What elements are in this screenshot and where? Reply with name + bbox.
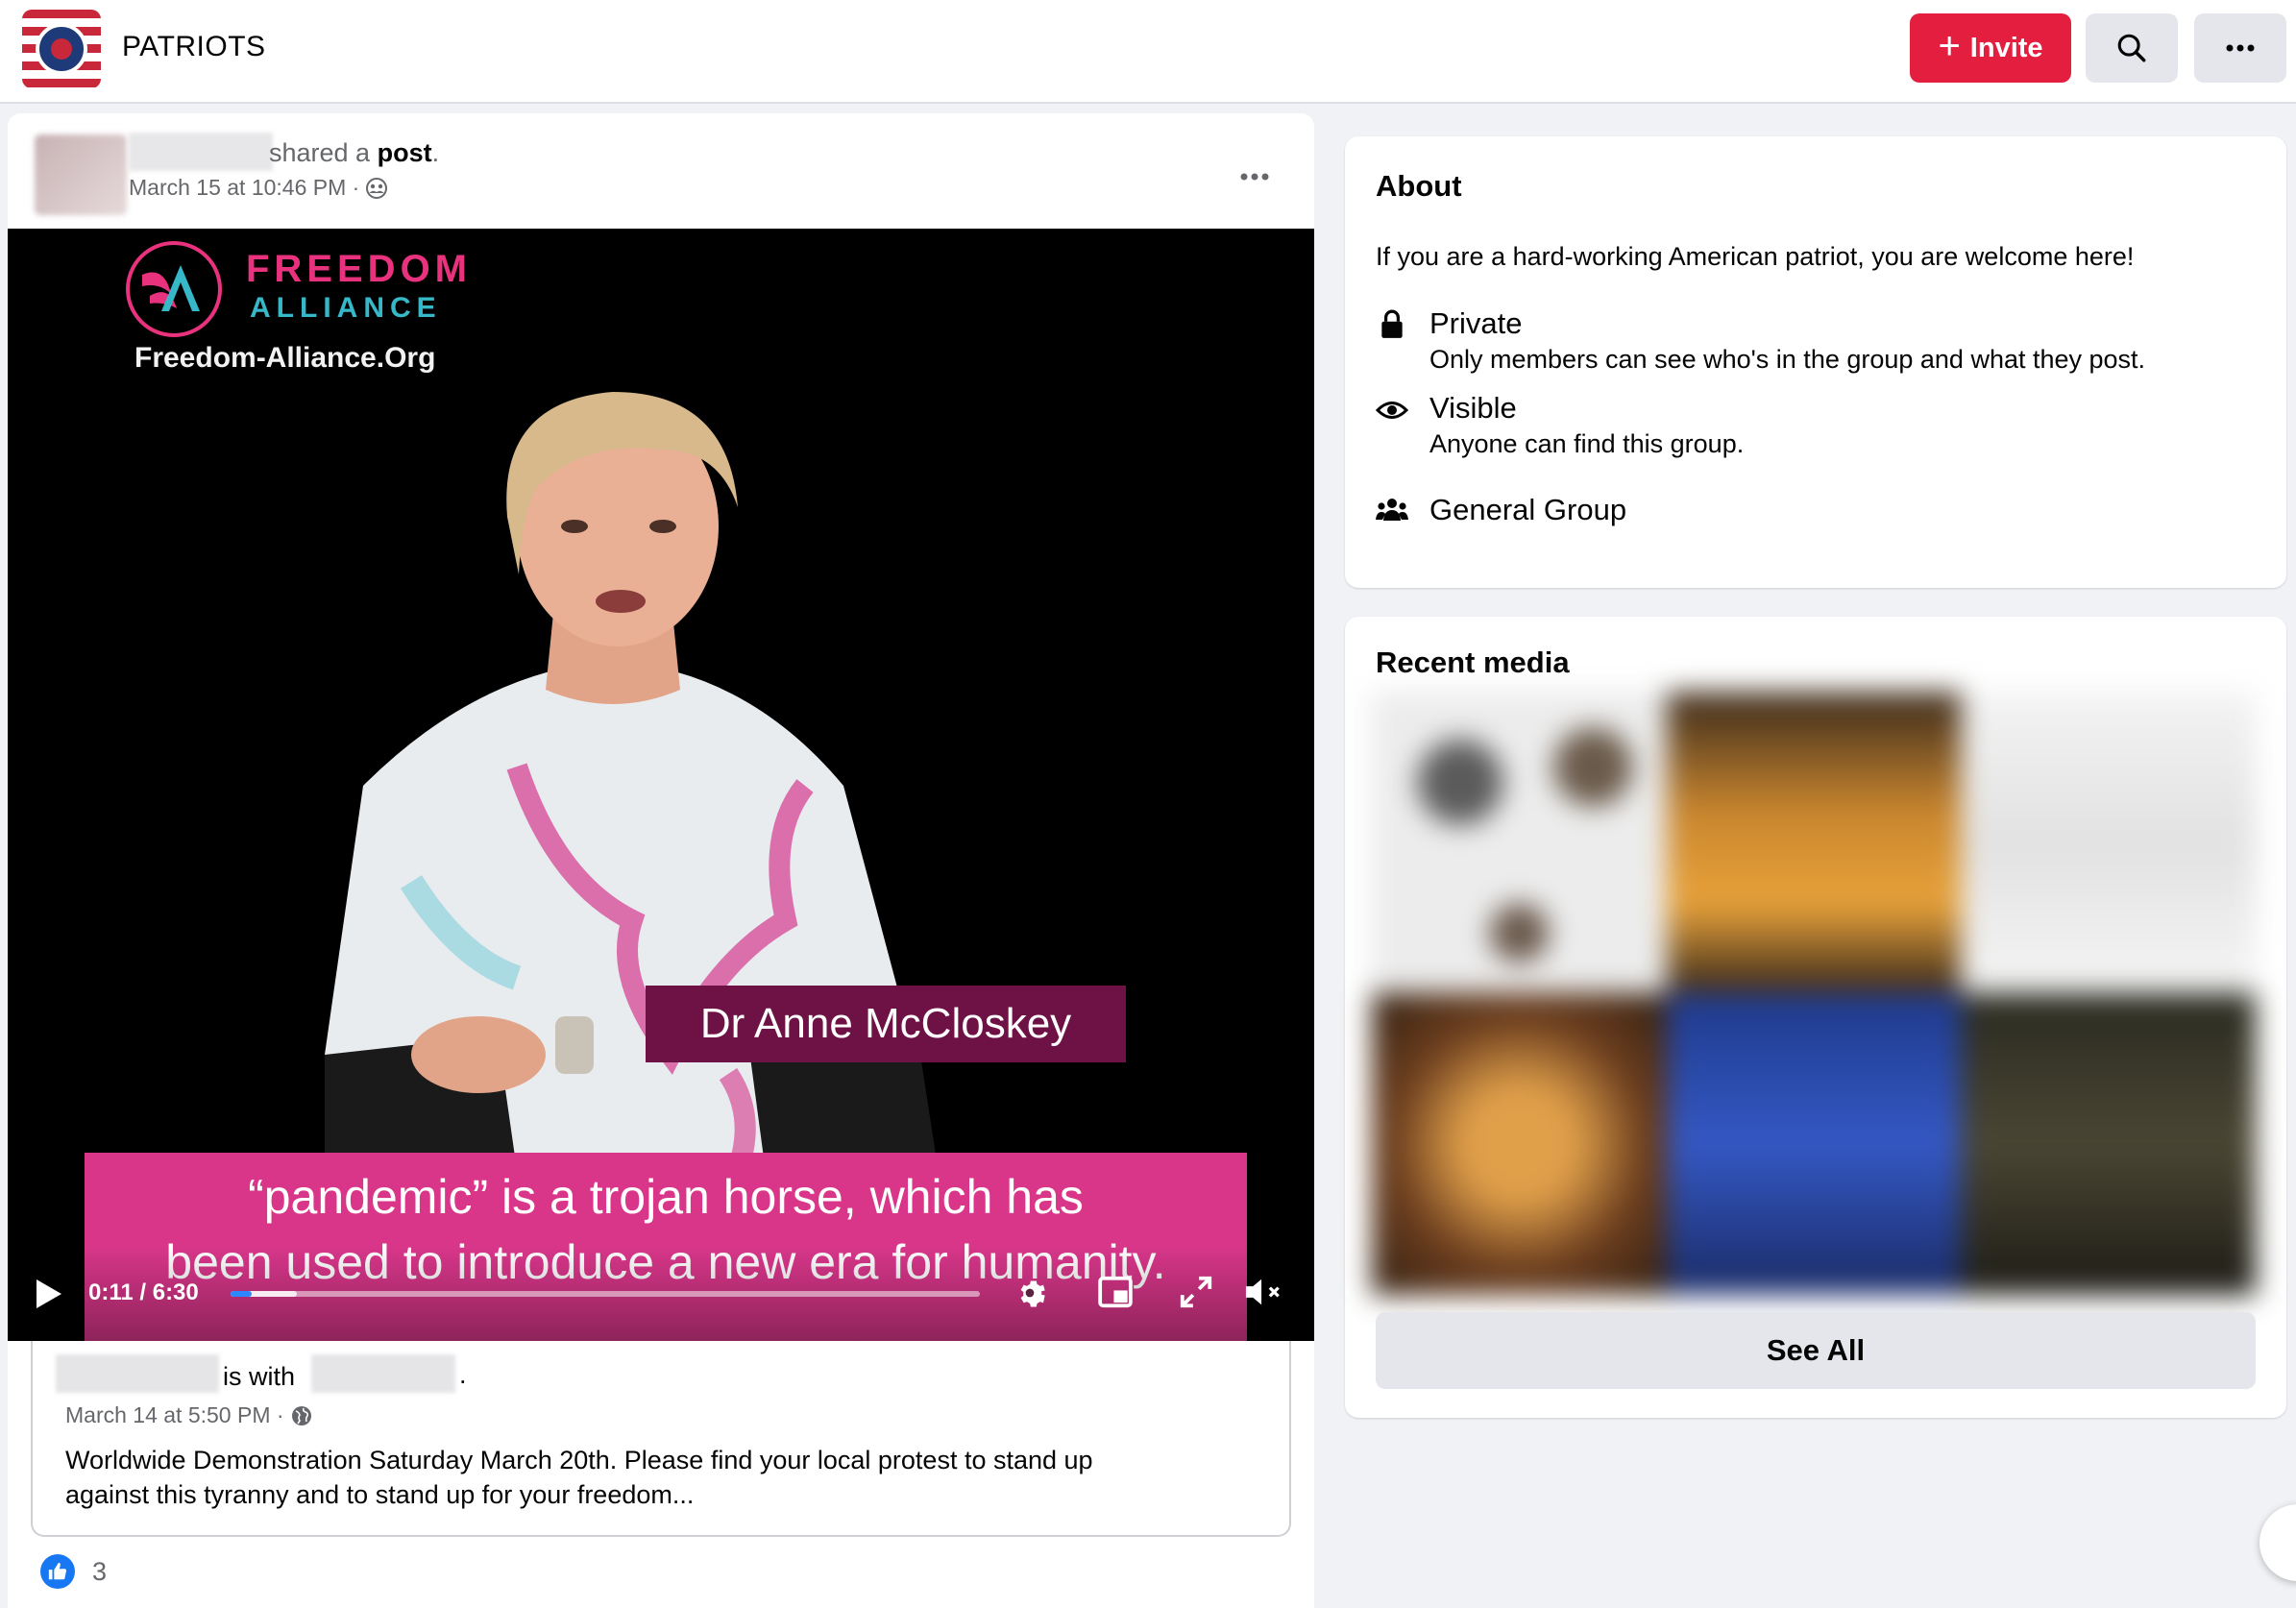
speaker-name-tag: Dr Anne McCloskey xyxy=(646,986,1126,1062)
reactions-summary[interactable]: 3 xyxy=(40,1554,107,1589)
search-button[interactable] xyxy=(2086,13,2178,83)
original-text-line-1: Worldwide Demonstration Saturday March 2… xyxy=(65,1446,1093,1474)
picture-in-picture-icon[interactable] xyxy=(1097,1274,1134,1310)
group-icon xyxy=(366,177,388,199)
group-name[interactable]: PATRIOTS xyxy=(122,31,266,63)
shared-post-link[interactable]: post xyxy=(378,138,432,167)
eye-icon xyxy=(1376,402,1408,419)
original-timestamp: March 14 at 5:50 PM · xyxy=(65,1402,313,1428)
more-icon xyxy=(1240,173,1269,181)
original-post-text: Worldwide Demonstration Saturday March 2… xyxy=(65,1443,1266,1512)
reaction-count: 3 xyxy=(92,1556,108,1586)
settings-icon[interactable] xyxy=(1011,1274,1049,1312)
post-timestamp: March 15 at 10:46 PM · xyxy=(129,175,388,201)
mute-icon[interactable] xyxy=(1243,1274,1285,1310)
about-description: If you are a hard-working American patri… xyxy=(1376,242,2135,271)
brand-word-freedom: FREEDOM xyxy=(246,248,472,290)
floating-action-button[interactable] xyxy=(2259,1504,2296,1581)
brand-word-alliance: ALLIANCE xyxy=(250,292,442,324)
shared-original-post[interactable]: is with . March 14 at 5:50 PM · Worldwid… xyxy=(31,1341,1291,1537)
media-thumbnail[interactable] xyxy=(1961,993,2256,1295)
members-icon xyxy=(1376,499,1408,521)
post-timestamp-text[interactable]: March 15 at 10:46 PM · xyxy=(129,175,359,201)
poster-name-redacted[interactable] xyxy=(129,133,273,171)
is-with-text: is with xyxy=(223,1362,296,1391)
is-with-period: . xyxy=(459,1360,467,1389)
group-type-row: General Group xyxy=(1376,492,1626,528)
fullscreen-icon[interactable] xyxy=(1178,1274,1214,1310)
group-type-title: General Group xyxy=(1429,493,1627,526)
video-progress-bar[interactable] xyxy=(231,1291,980,1297)
feed-post: shared a post. March 15 at 10:46 PM · FR… xyxy=(8,113,1314,1608)
original-text-line-2: against this tyranny and to stand up for… xyxy=(65,1480,695,1509)
visibility-title: Visible xyxy=(1429,391,1517,425)
more-options-button[interactable] xyxy=(2194,13,2286,83)
invite-button[interactable]: + Invite xyxy=(1910,13,2071,83)
caption-line-1: “pandemic” is a trojan horse, which has xyxy=(248,1170,1084,1224)
group-logo[interactable] xyxy=(22,10,101,88)
avatar[interactable] xyxy=(35,134,127,215)
original-timestamp-text[interactable]: March 14 at 5:50 PM · xyxy=(65,1402,284,1428)
video-player[interactable]: FREEDOM ALLIANCE Freedom-Alliance.Org Dr… xyxy=(8,229,1314,1341)
search-icon xyxy=(2117,34,2146,62)
media-thumbnail[interactable] xyxy=(1372,993,1667,1295)
media-thumbnail[interactable] xyxy=(1666,692,1962,993)
video-time: 0:11 / 6:30 xyxy=(88,1279,199,1305)
shared-line: shared a post. xyxy=(269,138,439,168)
tagged-person-redacted[interactable] xyxy=(311,1354,455,1393)
brand-url: Freedom-Alliance.Org xyxy=(134,342,436,374)
media-thumbnail[interactable] xyxy=(1372,692,1667,993)
like-icon xyxy=(40,1554,75,1589)
invite-label: Invite xyxy=(1969,32,2043,63)
original-author-redacted[interactable] xyxy=(56,1354,219,1393)
top-bar: PATRIOTS + Invite xyxy=(0,0,2296,104)
progress-fill xyxy=(231,1291,252,1297)
play-icon[interactable] xyxy=(35,1278,63,1310)
post-options-button[interactable] xyxy=(1226,158,1283,196)
media-grid xyxy=(1372,692,2256,1295)
privacy-subtitle: Only members can see who's in the group … xyxy=(1429,345,2146,374)
about-title: About xyxy=(1376,169,1462,203)
freedom-alliance-logo xyxy=(126,241,222,337)
privacy-row: Private Only members can see who's in th… xyxy=(1376,305,2145,377)
visibility-subtitle: Anyone can find this group. xyxy=(1429,429,1745,458)
plus-icon: + xyxy=(1938,25,1961,67)
shared-suffix: . xyxy=(431,138,440,167)
privacy-title: Private xyxy=(1429,306,1523,340)
globe-icon xyxy=(291,1405,311,1425)
about-card: About If you are a hard-working American… xyxy=(1345,136,2286,588)
see-all-button[interactable]: See All xyxy=(1376,1312,2256,1389)
recent-media-card: Recent media See All xyxy=(1345,617,2286,1418)
video-controls: 0:11 / 6:30 xyxy=(8,1245,1314,1341)
visibility-row: Visible Anyone can find this group. xyxy=(1376,390,1744,461)
more-icon xyxy=(2226,44,2255,52)
media-thumbnail[interactable] xyxy=(1961,692,2256,993)
recent-media-title: Recent media xyxy=(1376,646,1570,679)
shared-prefix: shared a xyxy=(269,138,378,167)
media-thumbnail[interactable] xyxy=(1666,993,1962,1295)
lock-icon xyxy=(1381,309,1403,338)
